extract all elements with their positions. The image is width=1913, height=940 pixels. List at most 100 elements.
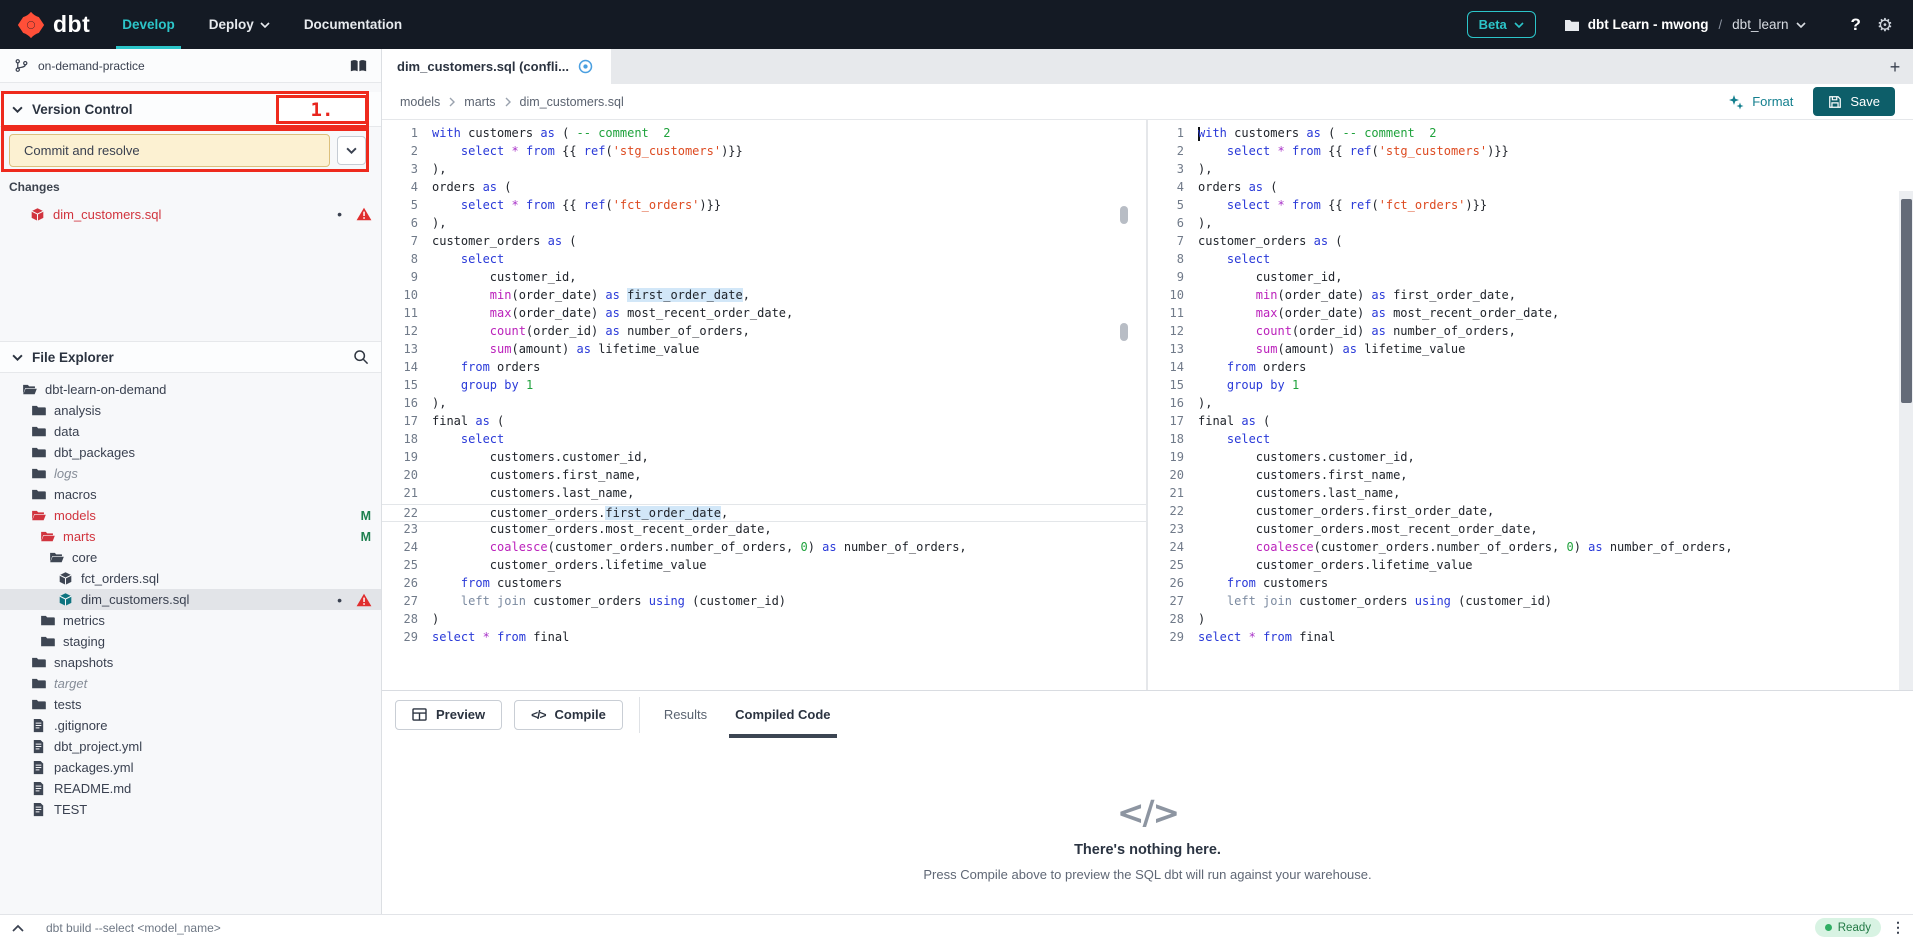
breadcrumb-models[interactable]: models xyxy=(400,95,440,109)
page-scrollbar-thumb[interactable] xyxy=(1901,199,1912,403)
tree-item[interactable]: metrics xyxy=(0,610,381,631)
code-line[interactable]: 27 left join customer_orders using (cust… xyxy=(1148,594,1899,612)
code-line[interactable]: 14 from orders xyxy=(1148,360,1899,378)
code-line[interactable]: 11 max(order_date) as most_recent_order_… xyxy=(382,306,1146,324)
tree-item[interactable]: dim_customers.sql• xyxy=(0,589,381,610)
tree-item[interactable]: analysis xyxy=(0,400,381,421)
code-line[interactable]: 16), xyxy=(1148,396,1899,414)
code-line[interactable]: 21 customers.last_name, xyxy=(382,486,1146,504)
settings-gear-icon[interactable]: ⚙ xyxy=(1877,16,1893,34)
tree-item[interactable]: snapshots xyxy=(0,652,381,673)
code-line[interactable]: 8 select xyxy=(1148,252,1899,270)
commit-options-dropdown[interactable] xyxy=(337,136,366,165)
help-icon[interactable]: ? xyxy=(1850,15,1860,35)
code-line[interactable]: 17final as ( xyxy=(1148,414,1899,432)
code-line[interactable]: 18 select xyxy=(382,432,1146,450)
kebab-menu-icon[interactable]: ⋮ xyxy=(1891,919,1905,936)
code-line[interactable]: 26 from customers xyxy=(1148,576,1899,594)
command-input[interactable]: dbt build --select <model_name> xyxy=(46,921,221,935)
docs-book-icon[interactable] xyxy=(350,59,367,73)
code-line[interactable]: 11 max(order_date) as most_recent_order_… xyxy=(1148,306,1899,324)
code-line[interactable]: 19 customers.customer_id, xyxy=(1148,450,1899,468)
code-line[interactable]: 3), xyxy=(1148,162,1899,180)
code-line[interactable]: 4orders as ( xyxy=(382,180,1146,198)
editor-scrollbar-thumb[interactable] xyxy=(1120,206,1128,224)
tree-item[interactable]: TEST xyxy=(0,799,381,820)
code-line[interactable]: 13 sum(amount) as lifetime_value xyxy=(1148,342,1899,360)
tree-item[interactable]: dbt_project.yml xyxy=(0,736,381,757)
code-line[interactable]: 24 coalesce(customer_orders.number_of_or… xyxy=(1148,540,1899,558)
code-line[interactable]: 9 customer_id, xyxy=(1148,270,1899,288)
code-editor-left[interactable]: 1with customers as ( -- comment 22 selec… xyxy=(382,120,1146,690)
tree-item[interactable]: logs xyxy=(0,463,381,484)
tree-item[interactable]: target xyxy=(0,673,381,694)
tree-item[interactable]: macros xyxy=(0,484,381,505)
commit-and-resolve-button[interactable]: Commit and resolve xyxy=(9,134,330,167)
code-editor-right[interactable]: 1with customers as ( -- comment 22 selec… xyxy=(1148,120,1899,690)
code-line[interactable]: 21 customers.last_name, xyxy=(1148,486,1899,504)
beta-dropdown[interactable]: Beta xyxy=(1467,11,1536,38)
code-line[interactable]: 6), xyxy=(382,216,1146,234)
code-line[interactable]: 20 customers.first_name, xyxy=(382,468,1146,486)
nav-documentation[interactable]: Documentation xyxy=(304,0,402,49)
code-line[interactable]: 10 min(order_date) as first_order_date, xyxy=(382,288,1146,306)
code-line[interactable]: 25 customer_orders.lifetime_value xyxy=(1148,558,1899,576)
code-line[interactable]: 18 select xyxy=(1148,432,1899,450)
tree-item[interactable]: dbt-learn-on-demand xyxy=(0,379,381,400)
account-project-switcher[interactable]: dbt Learn - mwong / dbt_learn xyxy=(1564,17,1807,32)
code-line[interactable]: 8 select xyxy=(382,252,1146,270)
code-line[interactable]: 25 customer_orders.lifetime_value xyxy=(382,558,1146,576)
code-line[interactable]: 20 customers.first_name, xyxy=(1148,468,1899,486)
code-line[interactable]: 26 from customers xyxy=(382,576,1146,594)
code-line[interactable]: 9 customer_id, xyxy=(382,270,1146,288)
code-line[interactable]: 29select * from final xyxy=(1148,630,1899,648)
code-line[interactable]: 15 group by 1 xyxy=(1148,378,1899,396)
code-line[interactable]: 5 select * from {{ ref('fct_orders')}} xyxy=(1148,198,1899,216)
tree-item[interactable]: core xyxy=(0,547,381,568)
code-line[interactable]: 19 customers.customer_id, xyxy=(382,450,1146,468)
code-line[interactable]: 17final as ( xyxy=(382,414,1146,432)
search-icon[interactable] xyxy=(353,349,369,365)
format-button[interactable]: Format xyxy=(1728,94,1793,110)
tree-item[interactable]: modelsM xyxy=(0,505,381,526)
code-line[interactable]: 13 sum(amount) as lifetime_value xyxy=(382,342,1146,360)
code-line[interactable]: 12 count(order_id) as number_of_orders, xyxy=(1148,324,1899,342)
code-line[interactable]: 7customer_orders as ( xyxy=(1148,234,1899,252)
code-line[interactable]: 7customer_orders as ( xyxy=(382,234,1146,252)
code-line[interactable]: 2 select * from {{ ref('stg_customers')}… xyxy=(1148,144,1899,162)
tree-item[interactable]: fct_orders.sql xyxy=(0,568,381,589)
tree-item[interactable]: packages.yml xyxy=(0,757,381,778)
compile-button[interactable]: </> Compile xyxy=(514,700,623,730)
code-line[interactable]: 1with customers as ( -- comment 2 xyxy=(382,126,1146,144)
code-line[interactable]: 28) xyxy=(1148,612,1899,630)
code-line[interactable]: 16), xyxy=(382,396,1146,414)
breadcrumb-marts[interactable]: marts xyxy=(464,95,495,109)
tab-dim-customers[interactable]: dim_customers.sql (confli... xyxy=(382,49,611,84)
code-line[interactable]: 23 customer_orders.most_recent_order_dat… xyxy=(1148,522,1899,540)
chevron-up-icon[interactable] xyxy=(12,924,24,932)
tree-item[interactable]: martsM xyxy=(0,526,381,547)
tree-item[interactable]: README.md xyxy=(0,778,381,799)
file-explorer-header[interactable]: File Explorer xyxy=(0,341,381,373)
preview-button[interactable]: Preview xyxy=(395,700,502,730)
tree-item[interactable]: data xyxy=(0,421,381,442)
code-line[interactable]: 12 count(order_id) as number_of_orders, xyxy=(382,324,1146,342)
code-line[interactable]: 10 min(order_date) as first_order_date, xyxy=(1148,288,1899,306)
code-line[interactable]: 1with customers as ( -- comment 2 xyxy=(1148,126,1899,144)
tab-results[interactable]: Results xyxy=(650,691,721,738)
page-scrollbar[interactable] xyxy=(1899,191,1913,761)
code-line[interactable]: 5 select * from {{ ref('fct_orders')}} xyxy=(382,198,1146,216)
nav-develop[interactable]: Develop xyxy=(122,0,175,49)
dbt-logo[interactable]: dbt xyxy=(16,10,90,40)
code-line[interactable]: 23 customer_orders.most_recent_order_dat… xyxy=(382,522,1146,540)
new-tab-button[interactable]: + xyxy=(1884,56,1906,78)
tree-item[interactable]: dbt_packages xyxy=(0,442,381,463)
tab-compiled-code[interactable]: Compiled Code xyxy=(721,691,844,738)
code-line[interactable]: 27 left join customer_orders using (cust… xyxy=(382,594,1146,612)
tree-item[interactable]: tests xyxy=(0,694,381,715)
breadcrumb-file[interactable]: dim_customers.sql xyxy=(520,95,624,109)
nav-deploy[interactable]: Deploy xyxy=(209,0,270,49)
code-line[interactable]: 3), xyxy=(382,162,1146,180)
code-line[interactable]: 22 customer_orders.first_order_date, xyxy=(1148,504,1899,522)
code-line[interactable]: 14 from orders xyxy=(382,360,1146,378)
